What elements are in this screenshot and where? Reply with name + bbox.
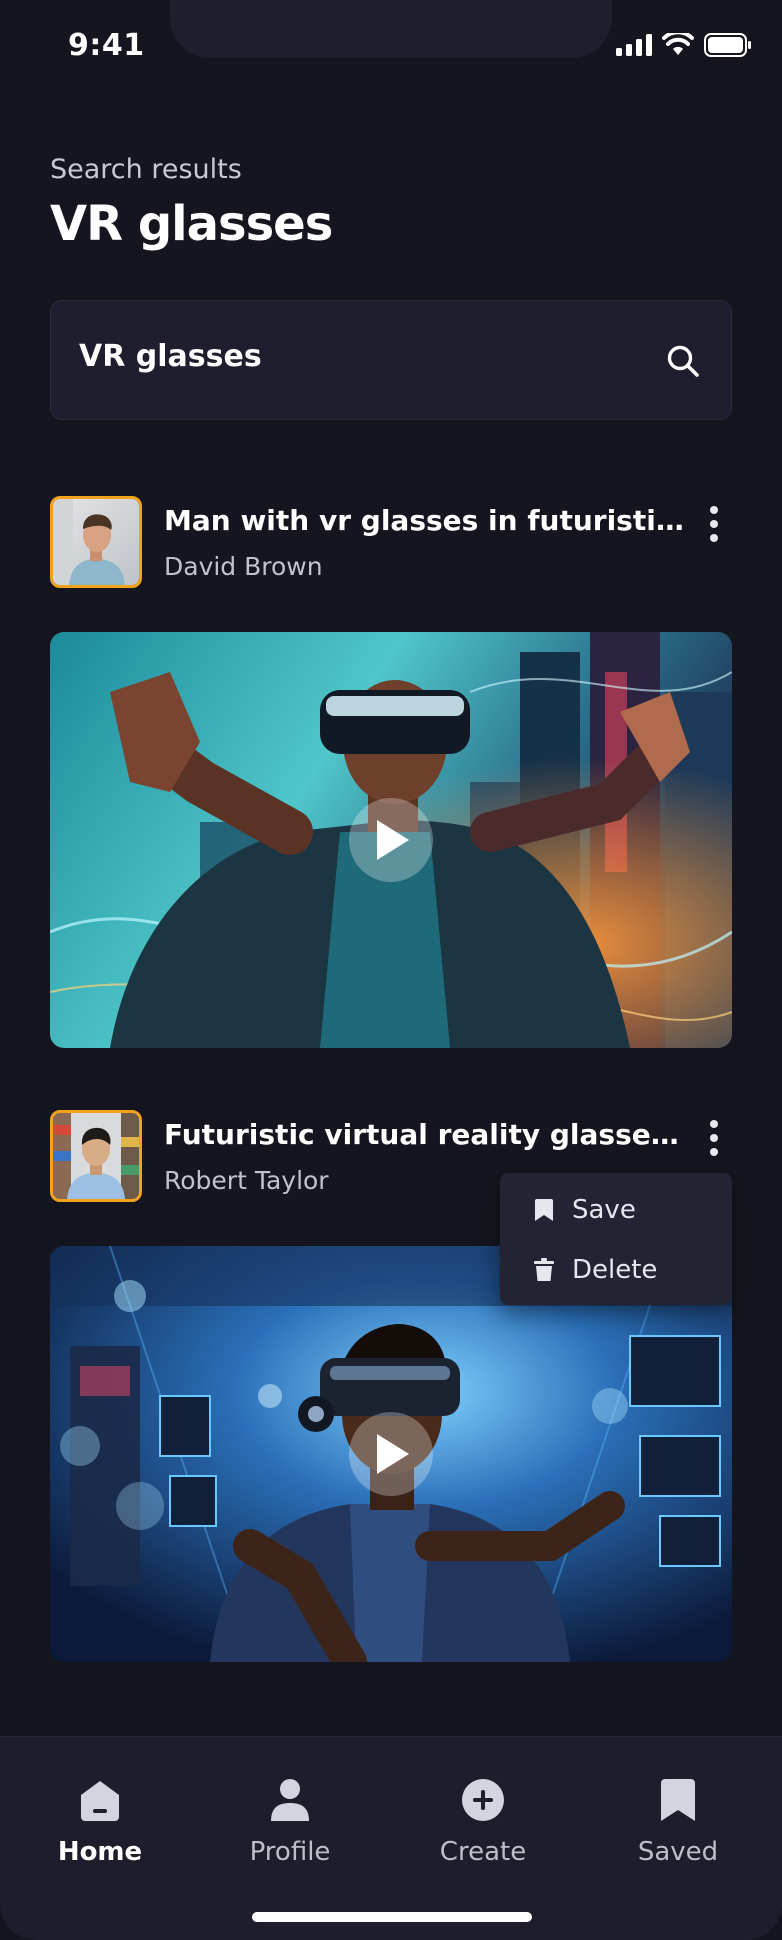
result-header[interactable]: Man with vr glasses in futuristic ci... … xyxy=(50,496,732,592)
play-icon xyxy=(377,820,409,860)
status-time: 9:41 xyxy=(68,28,145,63)
menu-item-label: Delete xyxy=(572,1255,658,1285)
nav-item-create[interactable]: Create xyxy=(408,1777,558,1867)
nav-label: Profile xyxy=(249,1837,331,1867)
plus-circle-icon xyxy=(462,1779,504,1821)
user-icon xyxy=(271,1779,309,1821)
cellular-signal-icon xyxy=(616,34,652,56)
nav-item-home[interactable]: Home xyxy=(25,1777,175,1867)
more-dot xyxy=(710,506,718,514)
search-input[interactable] xyxy=(79,339,639,374)
avatar[interactable] xyxy=(50,496,142,588)
nav-label: Saved xyxy=(637,1837,719,1867)
home-indicator xyxy=(252,1912,532,1922)
search-icon[interactable] xyxy=(665,343,701,379)
page-subtitle: Search results xyxy=(50,154,242,185)
menu-item-save[interactable]: Save xyxy=(534,1195,636,1225)
status-icons xyxy=(616,33,752,57)
avatar-image xyxy=(53,1113,139,1199)
nav-label: Home xyxy=(57,1837,143,1867)
more-dot xyxy=(710,1134,718,1142)
more-dot xyxy=(710,1120,718,1128)
bookmark-icon xyxy=(535,1199,553,1221)
more-dot xyxy=(710,534,718,542)
play-button[interactable] xyxy=(349,1412,433,1496)
more-dot xyxy=(710,520,718,528)
more-options-button[interactable] xyxy=(702,1116,726,1160)
menu-item-delete[interactable]: Delete xyxy=(534,1255,657,1285)
nav-item-profile[interactable]: Profile xyxy=(215,1777,365,1867)
play-button[interactable] xyxy=(349,798,433,882)
trash-icon xyxy=(534,1258,554,1281)
result-author[interactable]: Robert Taylor xyxy=(164,1166,329,1195)
context-menu: Save Delete xyxy=(500,1173,732,1305)
play-icon xyxy=(377,1434,409,1474)
more-dot xyxy=(710,1148,718,1156)
phone-screen: 9:41 Search results VR glasses VR glasse… xyxy=(0,0,782,1940)
result-author[interactable]: David Brown xyxy=(164,552,323,581)
search-box[interactable] xyxy=(50,300,732,420)
video-thumbnail[interactable] xyxy=(50,1246,732,1662)
bottom-navigation: Home Profile Create Saved xyxy=(0,1736,782,1940)
nav-item-saved[interactable]: Saved xyxy=(603,1777,753,1867)
more-options-button[interactable] xyxy=(702,502,726,546)
device-notch xyxy=(170,0,612,58)
avatar[interactable] xyxy=(50,1110,142,1202)
home-icon xyxy=(81,1781,119,1821)
avatar-image xyxy=(53,499,139,585)
video-thumbnail[interactable] xyxy=(50,632,732,1048)
result-title[interactable]: Man with vr glasses in futuristic ci... xyxy=(164,504,684,537)
bookmark-icon xyxy=(661,1779,695,1821)
wifi-icon xyxy=(662,33,694,55)
result-title[interactable]: Futuristic virtual reality glasses fo... xyxy=(164,1118,684,1151)
battery-icon xyxy=(704,33,751,57)
menu-item-label: Save xyxy=(572,1195,636,1225)
page-title: VR glasses xyxy=(50,196,333,252)
nav-label: Create xyxy=(439,1837,527,1867)
